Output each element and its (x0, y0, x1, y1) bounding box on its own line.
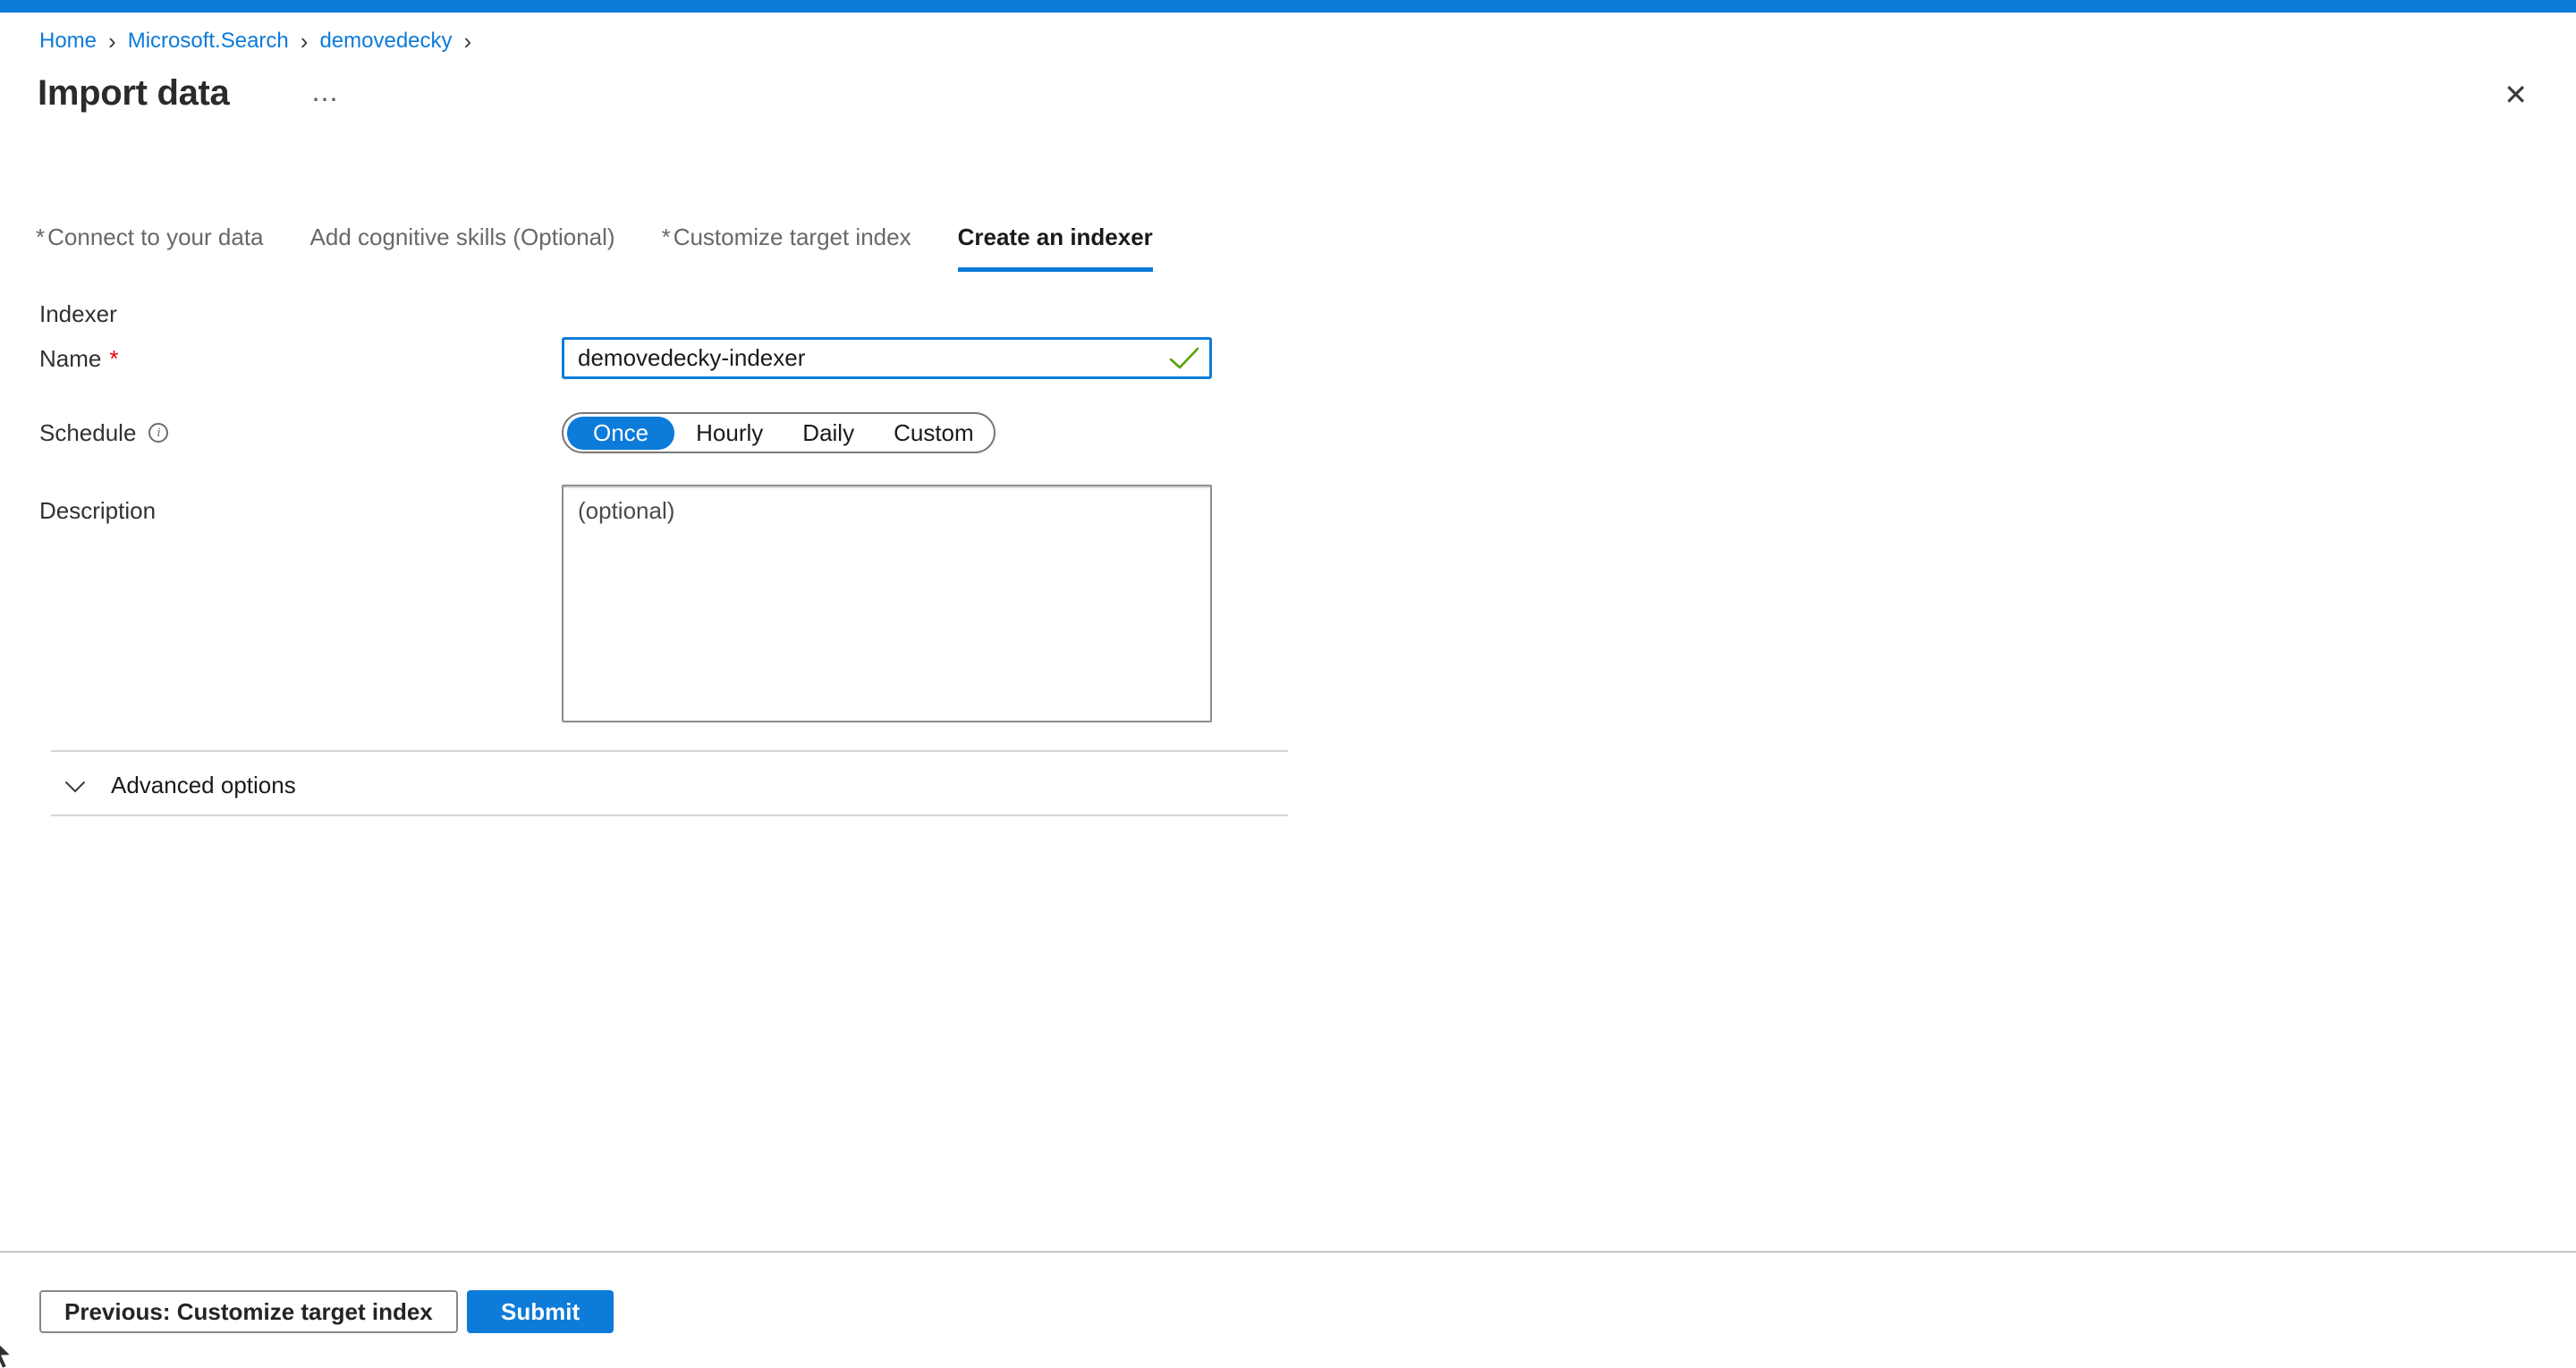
breadcrumb-link-home[interactable]: Home (39, 29, 97, 54)
required-star: * (36, 224, 45, 250)
breadcrumb-link-microsoft-search[interactable]: Microsoft.Search (128, 29, 289, 54)
wizard-tabs: *Connect to your data Add cognitive skil… (36, 224, 1153, 272)
indexer-section-title: Indexer (39, 300, 117, 328)
previous-step-button[interactable]: Previous: Customize target index (39, 1290, 458, 1333)
breadcrumb-link-demovedecky[interactable]: demovedecky (319, 29, 452, 54)
required-star: * (662, 224, 671, 250)
schedule-option-hourly[interactable]: Hourly (676, 415, 783, 451)
description-label-text: Description (39, 497, 156, 524)
chevron-down-icon (64, 781, 86, 793)
advanced-options-toggle[interactable]: Advanced options (54, 765, 296, 805)
more-options-icon[interactable]: ⋯ (311, 84, 341, 115)
import-data-page: Home › Microsoft.Search › demovedecky › … (0, 0, 2576, 1368)
tab-connect-to-your-data[interactable]: *Connect to your data (36, 224, 264, 272)
divider (51, 750, 1288, 752)
chevron-right-icon: › (108, 30, 116, 52)
tab-add-cognitive-skills[interactable]: Add cognitive skills (Optional) (310, 224, 615, 272)
description-label: Description (39, 497, 156, 524)
name-label-text: Name (39, 345, 101, 372)
schedule-label: Schedule i (39, 419, 168, 446)
close-icon[interactable]: ✕ (2504, 80, 2528, 109)
tab-label: Connect to your data (47, 224, 263, 250)
divider (51, 815, 1288, 816)
breadcrumb: Home › Microsoft.Search › demovedecky › (39, 29, 483, 54)
portal-top-bar (0, 0, 2576, 13)
name-field-wrapper (562, 337, 1212, 379)
submit-button[interactable]: Submit (467, 1290, 614, 1333)
mouse-cursor (0, 1334, 20, 1368)
schedule-label-text: Schedule (39, 419, 136, 446)
schedule-segmented-control: Once Hourly Daily Custom (562, 412, 996, 453)
schedule-option-custom[interactable]: Custom (874, 415, 994, 451)
tab-label: Create an indexer (958, 224, 1153, 250)
chevron-right-icon: › (464, 30, 472, 52)
advanced-options-label: Advanced options (111, 772, 296, 799)
tab-label: Add cognitive skills (Optional) (310, 224, 615, 250)
info-icon[interactable]: i (148, 423, 168, 443)
footer-divider (0, 1251, 2576, 1253)
schedule-option-once[interactable]: Once (567, 417, 674, 450)
page-title: Import data (38, 73, 230, 114)
chevron-right-icon: › (301, 30, 309, 52)
name-label: Name * (39, 345, 118, 372)
tab-create-an-indexer[interactable]: Create an indexer (958, 224, 1153, 272)
required-asterisk: * (109, 345, 118, 372)
tab-customize-target-index[interactable]: *Customize target index (662, 224, 911, 272)
tab-label: Customize target index (674, 224, 911, 250)
schedule-option-daily[interactable]: Daily (783, 415, 874, 451)
indexer-name-input[interactable] (562, 337, 1212, 379)
description-textarea[interactable] (562, 485, 1212, 722)
